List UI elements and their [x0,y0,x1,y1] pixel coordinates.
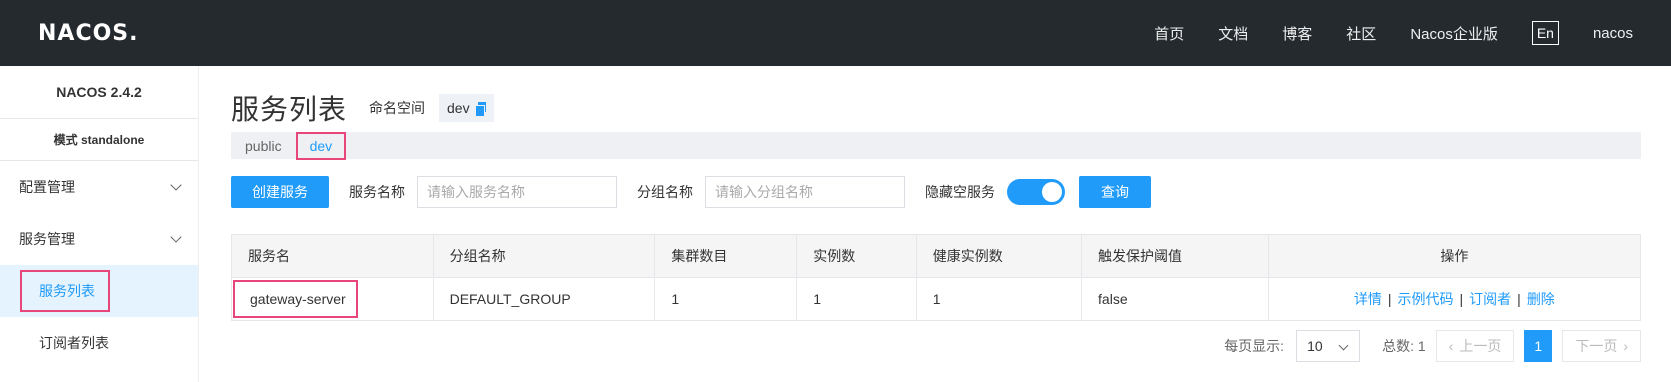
col-group-name: 分组名称 [432,234,656,278]
table-row: gateway-server DEFAULT_GROUP 1 1 1 false… [231,277,1642,321]
namespace-value: dev [439,94,494,122]
col-instances: 实例数 [796,234,917,278]
sidebar: NACOS 2.4.2 模式 standalone 配置管理 服务管理 服务列表… [0,66,199,382]
subscribers-link[interactable]: 订阅者 [1469,291,1511,307]
pagination: 每页显示: 10 总数: 1 ‹ 上一页 1 下一页 › [1224,330,1641,362]
nav-home[interactable]: 首页 [1154,23,1184,44]
prev-page-label: 上一页 [1459,338,1502,354]
page-size-label: 每页显示: [1224,338,1285,354]
hide-empty-label: 隐藏空服务 [925,184,995,200]
nacos-logo[interactable]: NACOS. [38,20,139,46]
cell-clusters: 1 [654,277,798,321]
user-menu[interactable]: nacos [1593,25,1633,42]
namespace-tabs: public dev [231,131,1641,160]
service-table: 服务名 分组名称 集群数目 实例数 健康实例数 触发保护阈值 操作 gatewa… [231,234,1642,321]
service-name-input[interactable]: 请输入服务名称 [417,176,617,208]
chevron-right-icon: › [1623,338,1628,354]
sidebar-item-service-list[interactable]: 服务列表 [0,265,198,317]
copy-icon[interactable] [474,101,486,117]
mode-label: 模式 standalone [0,119,198,161]
language-switch-button[interactable]: En [1531,21,1559,45]
sidebar-item-label: 服务列表 [20,270,110,312]
sidebar-item-subscribers[interactable]: 订阅者列表 [0,317,198,369]
page-size-value: 10 [1307,338,1323,354]
nav-blog[interactable]: 博客 [1282,23,1312,44]
nav-community[interactable]: 社区 [1346,23,1376,44]
namespace-text: dev [447,100,470,116]
page-number-current[interactable]: 1 [1524,330,1553,362]
title-row: 服务列表 命名空间 dev [231,88,494,128]
chevron-down-icon [170,179,182,191]
next-page-button[interactable]: 下一页 › [1562,330,1641,362]
separator: | [1387,291,1392,307]
query-button[interactable]: 查询 [1079,176,1151,208]
filter-bar: 创建服务 服务名称 请输入服务名称 分组名称 请输入分组名称 隐藏空服务 查询 [231,176,1641,208]
table-header-row: 服务名 分组名称 集群数目 实例数 健康实例数 触发保护阈值 操作 [231,234,1642,278]
col-operations: 操作 [1267,234,1642,278]
chevron-down-icon [170,231,182,243]
hide-empty-toggle[interactable] [1007,179,1065,205]
delete-link[interactable]: 删除 [1527,291,1555,307]
group-name-input[interactable]: 请输入分组名称 [705,176,905,208]
tab-public[interactable]: public [231,138,296,154]
sidebar-group-service[interactable]: 服务管理 [0,213,198,265]
chevron-down-icon [1338,340,1349,351]
col-threshold: 触发保护阈值 [1081,234,1269,278]
service-name-text: gateway-server [233,280,358,318]
sidebar-group-config[interactable]: 配置管理 [0,161,198,213]
total-count: 总数: 1 [1382,338,1426,354]
version-label: NACOS 2.4.2 [0,66,198,119]
col-service-name: 服务名 [231,234,434,278]
service-name-label: 服务名称 [349,184,405,200]
chevron-left-icon: ‹ [1448,338,1454,354]
col-healthy: 健康实例数 [915,234,1083,278]
tab-dev[interactable]: dev [295,131,347,160]
cell-threshold: false [1081,277,1269,321]
separator: | [1517,291,1521,307]
nav-enterprise[interactable]: Nacos企业版 [1410,23,1498,44]
separator: | [1459,291,1464,307]
col-clusters: 集群数目 [654,234,798,278]
top-header: NACOS. 首页 文档 博客 社区 Nacos企业版 En nacos [0,0,1671,66]
cell-operations: 详情 | 示例代码 | 订阅者 | 删除 [1267,277,1642,321]
cell-instances: 1 [796,277,917,321]
page-size-select[interactable]: 10 [1296,330,1361,362]
sidebar-item-label: 订阅者列表 [39,335,109,351]
detail-link[interactable]: 详情 [1354,291,1382,307]
sidebar-group-label: 配置管理 [19,179,75,195]
create-service-button[interactable]: 创建服务 [231,176,329,208]
namespace-label: 命名空间 [369,100,426,116]
sample-code-link[interactable]: 示例代码 [1398,291,1454,307]
nav-docs[interactable]: 文档 [1218,23,1248,44]
page-title: 服务列表 [231,94,348,125]
group-name-label: 分组名称 [637,184,693,200]
sidebar-group-label: 服务管理 [19,231,75,247]
top-nav: 首页 文档 博客 社区 Nacos企业版 En nacos [1120,0,1633,66]
cell-service-name: gateway-server [231,277,434,321]
prev-page-button[interactable]: ‹ 上一页 [1435,330,1515,362]
cell-healthy: 1 [915,277,1083,321]
next-page-label: 下一页 [1575,338,1618,354]
cell-group: DEFAULT_GROUP [432,277,656,321]
